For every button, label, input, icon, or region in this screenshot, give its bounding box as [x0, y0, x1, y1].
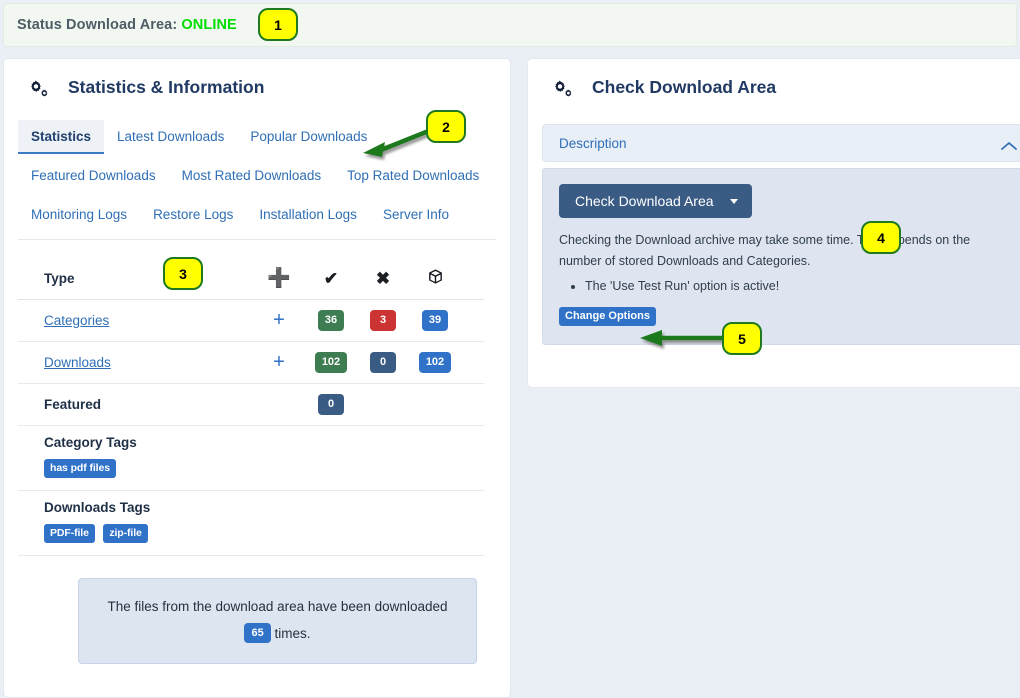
column-header-type: Type	[44, 270, 75, 286]
category-tags-section: Category Tags has pdf files	[18, 426, 484, 491]
caret-down-icon[interactable]	[729, 198, 738, 204]
accordion-label: Description	[559, 135, 627, 151]
categories-published-badge: 36	[317, 310, 345, 331]
list-item: The 'Use Test Run' option is active!	[585, 276, 1015, 297]
box-icon	[427, 268, 444, 290]
add-download-button[interactable]: +	[273, 351, 285, 373]
downloads-link[interactable]: Downloads	[44, 355, 111, 370]
status-value: ONLINE	[181, 17, 237, 33]
chevron-up-icon[interactable]	[1001, 138, 1017, 150]
featured-label: Featured	[44, 396, 102, 412]
category-tag[interactable]: has pdf files	[44, 459, 116, 478]
status-label: Status Download Area:	[17, 17, 178, 33]
check-icon: ✔	[323, 269, 339, 288]
downloads-unpublished-badge: 0	[370, 352, 396, 373]
statistics-card-header: Statistics & Information	[4, 59, 510, 98]
downloads-tag[interactable]: zip-file	[103, 524, 148, 543]
downloads-tag[interactable]: PDF-file	[44, 524, 95, 543]
downloads-total-badge: 102	[418, 352, 452, 373]
downloads-published-badge: 102	[314, 352, 348, 373]
tab-latest-downloads[interactable]: Latest Downloads	[104, 120, 237, 154]
description-accordion-body: Check Download Area Checking the Downloa…	[542, 168, 1020, 345]
tab-top-rated-downloads[interactable]: Top Rated Downloads	[334, 159, 492, 193]
cogs-icon	[28, 78, 50, 98]
tab-statistics[interactable]: Statistics	[18, 120, 105, 154]
cogs-icon	[552, 78, 574, 98]
categories-total-badge: 39	[421, 310, 449, 331]
downloads-tags-title: Downloads Tags	[44, 500, 151, 515]
annotation-marker-3: 3	[163, 257, 203, 290]
table-row: Downloads + 102 0 102	[18, 342, 484, 384]
categories-link[interactable]: Categories	[44, 313, 109, 328]
check-download-area-title: Check Download Area	[592, 77, 777, 97]
tab-installation-logs[interactable]: Installation Logs	[246, 198, 370, 232]
featured-count-badge: 0	[318, 394, 344, 415]
add-category-button[interactable]: +	[273, 309, 285, 331]
info-text-before: The files from the download area have be…	[107, 599, 448, 614]
tab-featured-downloads[interactable]: Featured Downloads	[18, 159, 169, 193]
tab-most-rated-downloads[interactable]: Most Rated Downloads	[169, 159, 335, 193]
table-row-featured: Featured 0	[18, 384, 484, 426]
check-download-area-button-label: Check Download Area	[575, 193, 714, 209]
table-row: Categories + 36 3 39	[18, 300, 484, 342]
check-download-area-card: Check Download Area Description Check Do…	[527, 58, 1020, 388]
tab-monitoring-logs[interactable]: Monitoring Logs	[18, 198, 140, 232]
page-title: Statistics & Information	[68, 77, 265, 97]
check-download-area-button[interactable]: Check Download Area	[559, 184, 752, 218]
category-tags-title: Category Tags	[44, 435, 137, 450]
tab-restore-logs[interactable]: Restore Logs	[140, 198, 246, 232]
download-count-badge: 65	[244, 623, 271, 644]
annotation-marker-4: 4	[861, 221, 901, 254]
description-accordion-header[interactable]: Description	[542, 124, 1020, 162]
description-bullet-list: The 'Use Test Run' option is active!	[559, 276, 1015, 297]
plus-icon: ➕	[267, 267, 291, 289]
annotation-marker-2: 2	[426, 110, 466, 143]
categories-unpublished-badge: 3	[370, 310, 396, 331]
x-icon: ✖	[375, 269, 391, 288]
description-text: Checking the Download archive may take s…	[559, 233, 971, 268]
tab-server-info[interactable]: Server Info	[370, 198, 462, 232]
table-header-row: Type ➕ ✔ ✖	[18, 258, 484, 300]
downloads-tags-section: Downloads Tags PDF-file zip-file	[18, 491, 484, 556]
statistics-table: Type ➕ ✔ ✖ Categories + 36 3 39 Download…	[18, 258, 484, 664]
download-count-info-box: The files from the download area have be…	[78, 578, 477, 664]
check-download-area-header: Check Download Area	[528, 59, 1020, 98]
status-text: Status Download Area: ONLINE	[17, 17, 237, 33]
annotation-marker-1: 1	[258, 8, 298, 41]
annotation-arrow-5	[640, 330, 722, 346]
annotation-marker-5: 5	[722, 322, 762, 355]
status-bar: Status Download Area: ONLINE	[3, 3, 1017, 47]
